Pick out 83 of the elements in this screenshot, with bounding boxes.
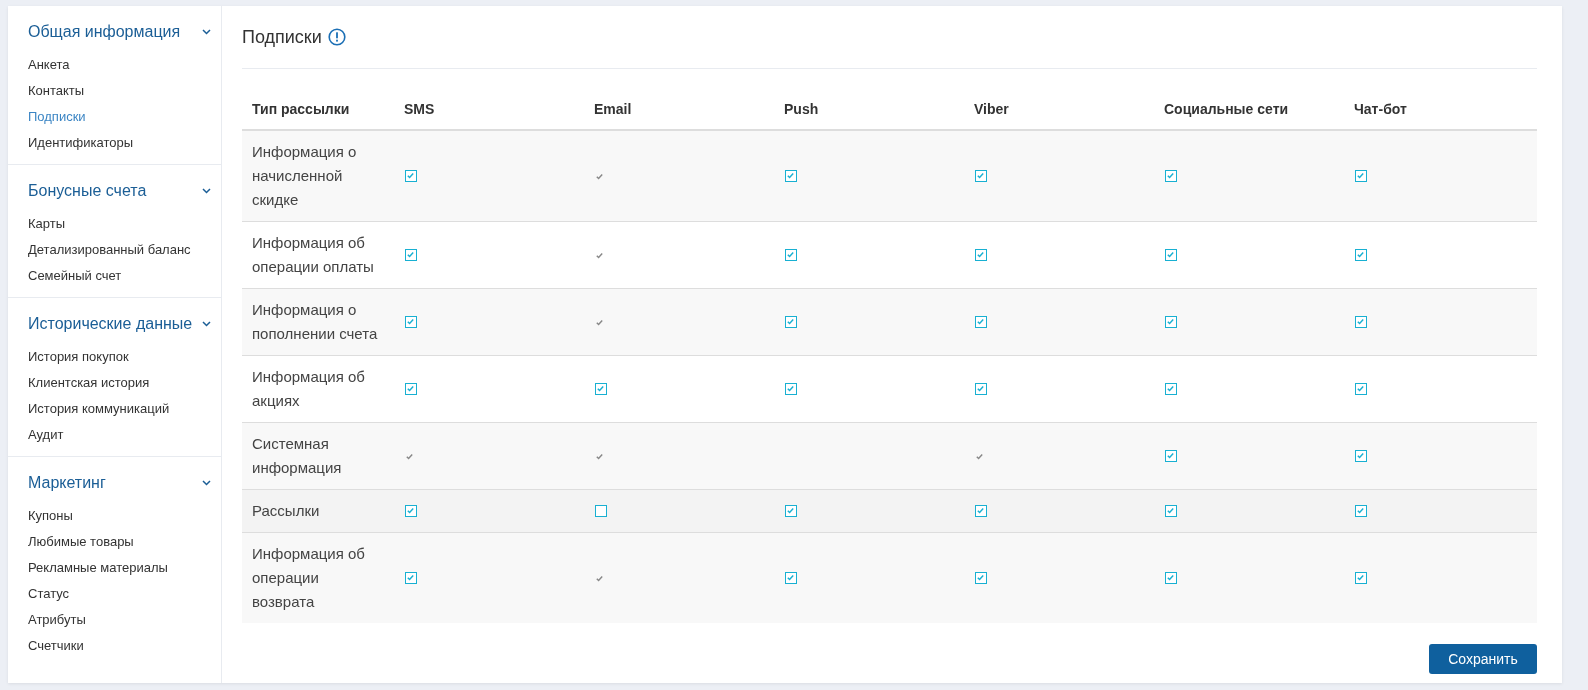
chevron-icon (202, 29, 211, 35)
save-button[interactable]: Сохранить (1429, 644, 1537, 674)
row-label: Рассылки (251, 501, 321, 521)
sidebar-group-header[interactable]: Исторические данные (28, 312, 221, 336)
checkbox[interactable] (1165, 383, 1177, 395)
column-header: Viber (973, 101, 1010, 117)
column-header: Социальные сети (1163, 101, 1290, 117)
column-header: SMS (403, 101, 436, 117)
checkbox[interactable] (785, 249, 797, 261)
sidebar-link[interactable]: Детализированный баланс (28, 237, 221, 263)
check-icon (595, 250, 604, 260)
sidebar-link[interactable]: Карты (28, 211, 221, 237)
chevron-icon (202, 188, 211, 194)
sidebar-group-header[interactable]: Маркетинг (28, 471, 221, 495)
sidebar-link[interactable]: Контакты (28, 78, 221, 104)
checkbox[interactable] (1355, 505, 1367, 517)
check-icon (595, 171, 604, 181)
sidebar-link[interactable]: История коммуникаций (28, 396, 221, 422)
checkbox[interactable] (975, 170, 987, 182)
checkbox[interactable] (1165, 249, 1177, 261)
checkbox[interactable] (785, 572, 797, 584)
sidebar-link[interactable]: Семейный счет (28, 263, 221, 289)
checkbox[interactable] (1355, 316, 1367, 328)
checkbox[interactable] (595, 383, 607, 395)
column-header: Push (783, 101, 820, 117)
row-label: Информация об операции оплаты (251, 233, 375, 277)
sidebar-link[interactable]: Подписки (28, 104, 221, 130)
sidebar-link[interactable]: История покупок (28, 344, 221, 370)
sidebar-link[interactable]: Идентификаторы (28, 130, 221, 156)
sidebar-group-header[interactable]: Бонусные счета (28, 179, 221, 203)
checkbox[interactable] (405, 505, 417, 517)
checkbox[interactable] (1355, 249, 1367, 261)
checkbox[interactable] (785, 505, 797, 517)
checkbox[interactable] (975, 572, 987, 584)
checkbox[interactable] (785, 316, 797, 328)
sidebar-link[interactable]: Аудит (28, 422, 221, 448)
sidebar-link[interactable]: Атрибуты (28, 607, 221, 633)
checkbox[interactable] (1355, 170, 1367, 182)
sidebar-link[interactable]: Рекламные материалы (28, 555, 221, 581)
row-label: Информация об акциях (251, 367, 366, 411)
checkbox[interactable] (405, 572, 417, 584)
checkbox[interactable] (1165, 170, 1177, 182)
column-header: Тип рассылки (251, 101, 351, 117)
chevron-icon (202, 321, 211, 327)
checkbox[interactable] (1355, 383, 1367, 395)
check-icon (595, 451, 604, 461)
checkbox[interactable] (1355, 450, 1367, 462)
checkbox[interactable] (1355, 572, 1367, 584)
checkbox[interactable] (1165, 450, 1177, 462)
check-icon (595, 317, 604, 327)
checkbox[interactable] (405, 170, 417, 182)
sidebar-link[interactable]: Любимые товары (28, 529, 221, 555)
checkbox[interactable] (1165, 572, 1177, 584)
checkbox[interactable] (595, 505, 607, 517)
check-icon (975, 451, 984, 461)
checkbox[interactable] (975, 249, 987, 261)
check-icon (595, 573, 604, 583)
row-label: Информация о пополнении счета (251, 300, 379, 344)
sidebar-group-header[interactable]: Общая информация (28, 20, 221, 44)
sidebar-link[interactable]: Статус (28, 581, 221, 607)
checkbox[interactable] (405, 383, 417, 395)
page-title: Подписки (242, 26, 322, 48)
sidebar-link[interactable]: Купоны (28, 503, 221, 529)
checkbox[interactable] (785, 383, 797, 395)
checkbox[interactable] (1165, 505, 1177, 517)
column-header: Чат-бот (1353, 101, 1408, 117)
row-label: Системная информация (251, 434, 343, 478)
sidebar-link[interactable]: Клиентская история (28, 370, 221, 396)
checkbox[interactable] (975, 383, 987, 395)
check-icon (405, 451, 414, 461)
sidebar-link[interactable]: Анкета (28, 52, 221, 78)
checkbox[interactable] (785, 170, 797, 182)
column-header: Email (593, 101, 633, 117)
checkbox[interactable] (975, 505, 987, 517)
chevron-icon (202, 480, 211, 486)
checkbox[interactable] (405, 249, 417, 261)
row-label: Информация о начисленной скидке (251, 142, 358, 210)
checkbox[interactable] (975, 316, 987, 328)
info-icon[interactable] (327, 28, 346, 46)
sidebar-link[interactable]: Счетчики (28, 633, 221, 659)
checkbox[interactable] (405, 316, 417, 328)
checkbox[interactable] (1165, 316, 1177, 328)
row-label: Информация об операции возврата (251, 544, 366, 612)
